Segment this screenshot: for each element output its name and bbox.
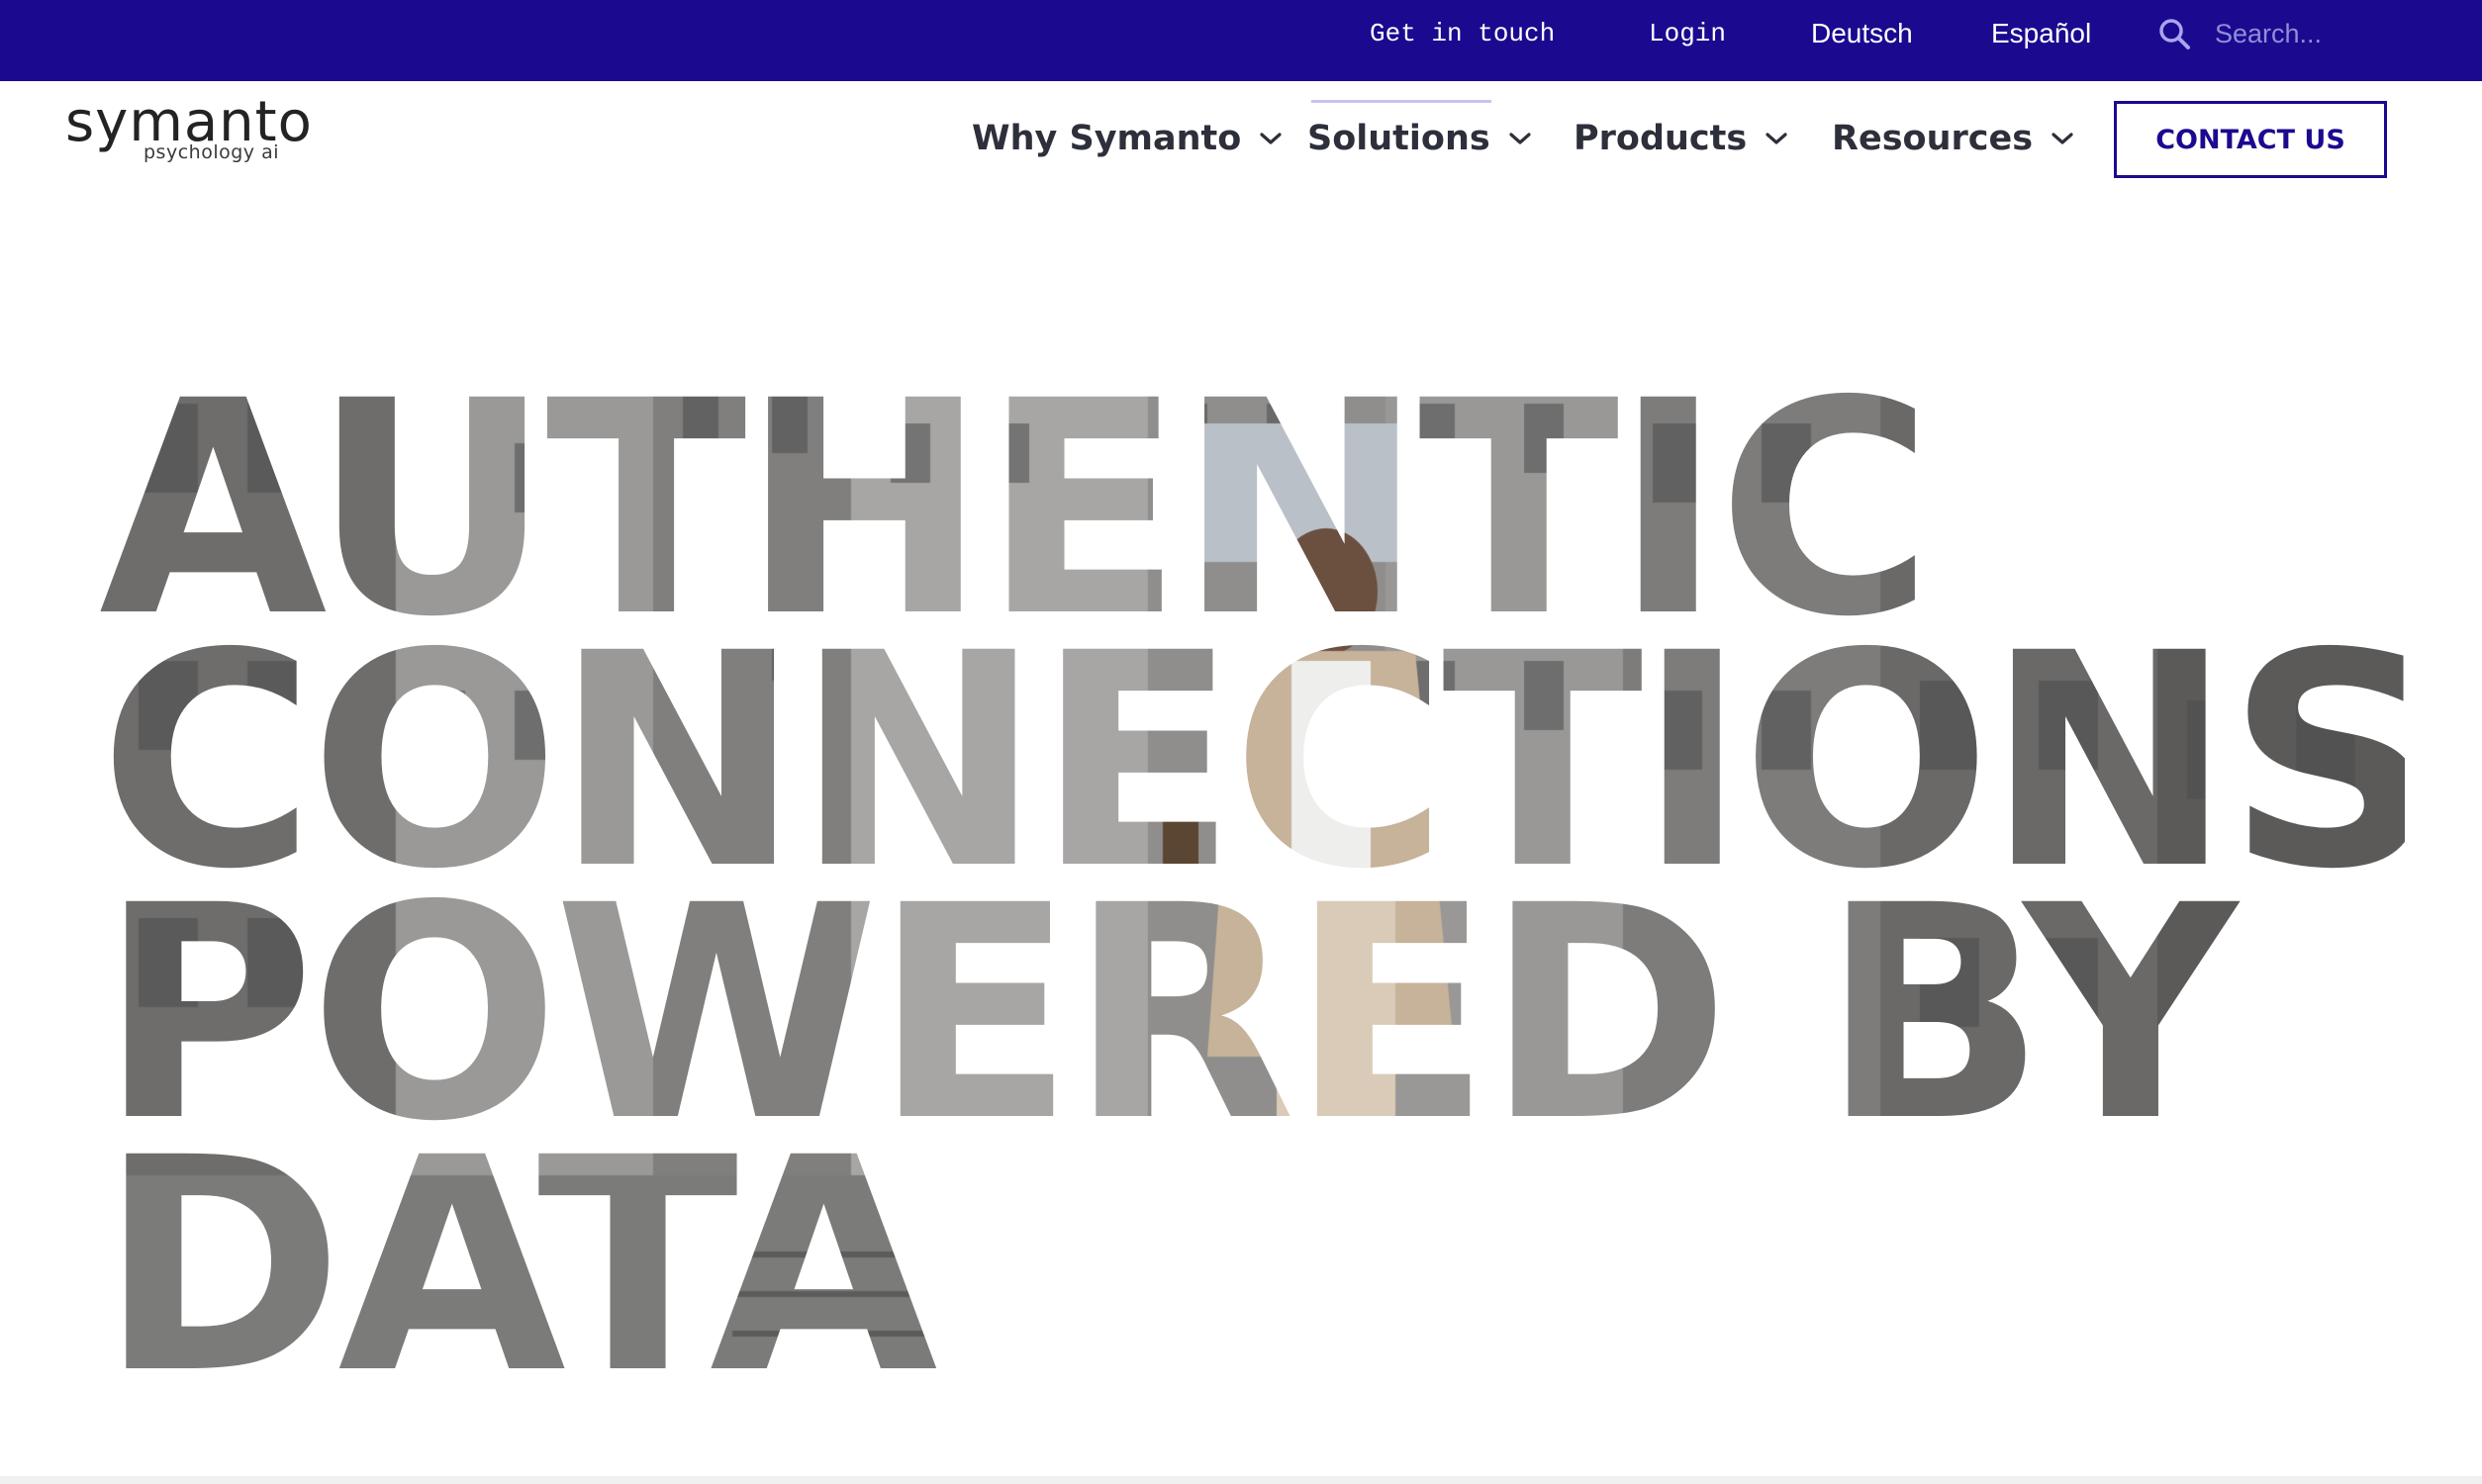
- nav-item-label: Solutions: [1307, 119, 1490, 158]
- hero-video-headline: AUTHENTIC CONNECTIONS POWERED BY DATA: [99, 338, 2439, 1438]
- search-icon[interactable]: [2157, 17, 2191, 50]
- chevron-down-icon: [1509, 133, 1531, 144]
- search-input[interactable]: [2205, 12, 2452, 55]
- nav-products[interactable]: Products: [1574, 109, 1788, 168]
- login-link[interactable]: Login: [1649, 0, 1726, 67]
- nav-why-symanto[interactable]: Why Symanto: [972, 109, 1283, 168]
- symanto-logo[interactable]: symanto psychology ai: [65, 95, 312, 166]
- contact-us-button[interactable]: CONTACT US: [2114, 101, 2387, 178]
- nav-item-label: Products: [1574, 119, 1748, 158]
- page-bottom-edge: [0, 1476, 2482, 1484]
- language-deutsch-link[interactable]: Deutsch: [1811, 0, 1913, 67]
- logo-tagline: psychology ai: [143, 141, 279, 163]
- nav-item-label: Why Symanto: [972, 119, 1242, 158]
- nav-resources[interactable]: Resources: [1832, 109, 2074, 168]
- chevron-down-icon: [1766, 133, 1787, 144]
- get-in-touch-link[interactable]: Get in touch: [1370, 0, 1555, 67]
- chevron-down-icon: [1260, 133, 1282, 144]
- hero-headline-svg: AUTHENTIC CONNECTIONS POWERED BY DATA: [99, 338, 2439, 1438]
- top-utility-bar: Get in touch Login Deutsch Español: [0, 0, 2482, 81]
- active-nav-indicator: [1311, 100, 1491, 103]
- chevron-down-icon: [2052, 133, 2073, 144]
- nav-solutions[interactable]: Solutions: [1307, 109, 1532, 168]
- hero-line-4: DATA: [99, 1095, 940, 1393]
- language-espanol-link[interactable]: Español: [1991, 0, 2091, 67]
- nav-item-label: Resources: [1832, 119, 2034, 158]
